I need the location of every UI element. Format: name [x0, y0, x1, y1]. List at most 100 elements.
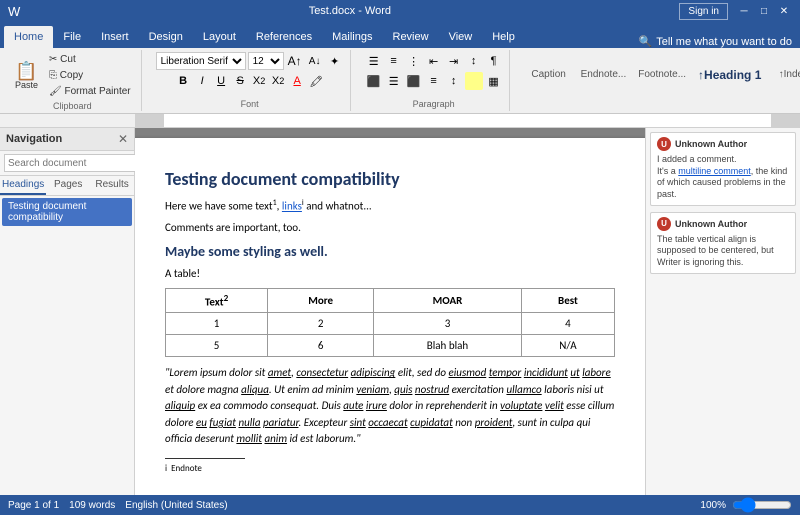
font-size-select[interactable]: 12 [248, 52, 284, 70]
navigation-pane: Navigation ✕ 🔍 Headings Pages Results Te… [0, 128, 135, 509]
style-footnote[interactable]: Footnote... [633, 66, 691, 83]
nav-search: 🔍 [0, 151, 134, 176]
font-label: Font [241, 99, 259, 109]
table-cell: Blah blah [374, 335, 522, 357]
nav-tab-pages[interactable]: Pages [46, 176, 90, 195]
status-page: Page 1 of 1 [8, 500, 59, 511]
comment-avatar-1: U [657, 137, 671, 151]
font-family-select[interactable]: Liberation Serif [156, 52, 246, 70]
nav-close-button[interactable]: ✕ [118, 132, 128, 146]
italic-button[interactable]: I [193, 72, 211, 90]
doc-sup-1: 1 [273, 198, 277, 208]
tab-design[interactable]: Design [139, 26, 193, 48]
grow-font-button[interactable]: A↑ [286, 52, 304, 70]
numbering-button[interactable]: ≡ [385, 52, 403, 70]
doc-underline-tempor: tempor [489, 366, 522, 379]
table-header-more: More [268, 288, 374, 313]
tab-layout[interactable]: Layout [193, 26, 246, 48]
ribbon: 📋 Paste ✂ Cut ⎘ Copy 🖌 Format Painter Cl… [0, 48, 800, 114]
paste-button[interactable]: 📋 Paste [10, 59, 43, 93]
nav-title: Navigation [6, 133, 62, 145]
decrease-indent-button[interactable]: ⇤ [425, 52, 443, 70]
text-color-button[interactable]: A [288, 72, 306, 90]
increase-indent-button[interactable]: ⇥ [445, 52, 463, 70]
table-cell: 5 [166, 335, 268, 357]
underline-button[interactable]: U [212, 72, 230, 90]
shrink-font-button[interactable]: A↓ [306, 52, 324, 70]
align-center-button[interactable]: ☰ [385, 72, 403, 90]
show-marks-button[interactable]: ¶ [485, 52, 503, 70]
doc-underline-nostrud: nostrud [415, 383, 449, 396]
doc-underline-aute: aute [343, 399, 363, 412]
horizontal-ruler [0, 114, 800, 128]
justify-button[interactable]: ≡ [425, 72, 443, 90]
status-left: Page 1 of 1 109 words English (United St… [8, 500, 228, 511]
tab-review[interactable]: Review [383, 26, 439, 48]
status-language: English (United States) [125, 500, 227, 511]
tab-insert[interactable]: Insert [91, 26, 139, 48]
ribbon-group-styles: Caption Endnote... Footnote... ↑Heading … [518, 50, 800, 111]
close-button[interactable]: ✕ [776, 4, 792, 18]
doc-footnote: i Endnote [165, 463, 615, 474]
comment-avatar-2: U [657, 217, 671, 231]
cut-button[interactable]: ✂ Cut [45, 52, 135, 67]
table-cell: 1 [166, 313, 268, 335]
style-index[interactable]: ↑Index [768, 66, 800, 83]
tab-references[interactable]: References [246, 26, 322, 48]
nav-search-input[interactable] [4, 154, 144, 172]
tab-view[interactable]: View [439, 26, 483, 48]
clear-format-button[interactable]: ✦ [326, 52, 344, 70]
doc-underline-eiusmod: eiusmod [449, 366, 487, 379]
doc-underline-eu: eu [196, 416, 207, 429]
strikethrough-button[interactable]: S [231, 72, 249, 90]
tab-mailings[interactable]: Mailings [322, 26, 382, 48]
bold-button[interactable]: B [174, 72, 192, 90]
comment-author-2: Unknown Author [675, 219, 747, 229]
align-right-button[interactable]: ⬛ [405, 72, 423, 90]
nav-tabs: Headings Pages Results [0, 176, 134, 196]
sort-button[interactable]: ↕ [465, 52, 483, 70]
tab-file[interactable]: File [53, 26, 91, 48]
nav-tab-results[interactable]: Results [90, 176, 134, 195]
doc-p1: Here we have some text1, linksi and what… [165, 198, 615, 214]
status-words: 109 words [69, 500, 115, 511]
search-icon: 🔍 [639, 35, 653, 48]
bullets-button[interactable]: ☰ [365, 52, 383, 70]
format-painter-button[interactable]: 🖌 Format Painter [45, 84, 135, 99]
zoom-slider[interactable] [732, 497, 792, 513]
table-header-best: Best [521, 288, 614, 313]
nav-tab-headings[interactable]: Headings [0, 176, 46, 195]
minimize-button[interactable]: ─ [736, 4, 752, 18]
nav-item-testing[interactable]: Testing document compatibility [2, 198, 132, 226]
shading-button[interactable] [465, 72, 483, 90]
doc-underline-amet: amet [268, 366, 291, 379]
copy-button[interactable]: ⎘ Copy [45, 68, 135, 83]
doc-underline-labore: labore [582, 366, 611, 379]
tab-help[interactable]: Help [482, 26, 525, 48]
doc-table-label: A table! [165, 266, 615, 281]
style-endnote[interactable]: Endnote... [576, 66, 632, 83]
status-right: 100% [700, 497, 792, 513]
document-area[interactable]: Testing document compatibility Here we h… [135, 128, 645, 509]
table-cell: 3 [374, 313, 522, 335]
doc-underline-veniam: veniam [356, 383, 389, 396]
style-caption[interactable]: Caption [524, 66, 574, 83]
border-button[interactable]: ▦ [485, 72, 503, 90]
subscript-button[interactable]: X2 [250, 72, 268, 90]
style-heading1[interactable]: ↑Heading 1 [693, 65, 766, 85]
tell-me-bar[interactable]: 🔍 Tell me what you want to do [631, 35, 800, 48]
doc-heading: Testing document compatibility [165, 168, 615, 190]
highlight-button[interactable]: 🖍 [307, 72, 325, 90]
doc-underline-cupidatat: cupidatat [410, 416, 453, 429]
align-left-button[interactable]: ⬛ [365, 72, 383, 90]
comment-link-multiline[interactable]: multiline comment [678, 166, 751, 176]
signin-button[interactable]: Sign in [679, 3, 728, 20]
superscript-button[interactable]: X2 [269, 72, 287, 90]
table-cell: 4 [521, 313, 614, 335]
restore-button[interactable]: □ [756, 4, 772, 18]
multilevel-button[interactable]: ⋮ [405, 52, 423, 70]
tab-home[interactable]: Home [4, 26, 53, 48]
doc-link-links[interactable]: links [282, 200, 302, 213]
comment-card-1: U Unknown Author I added a comment. It's… [650, 132, 796, 206]
line-spacing-button[interactable]: ↕ [445, 72, 463, 90]
